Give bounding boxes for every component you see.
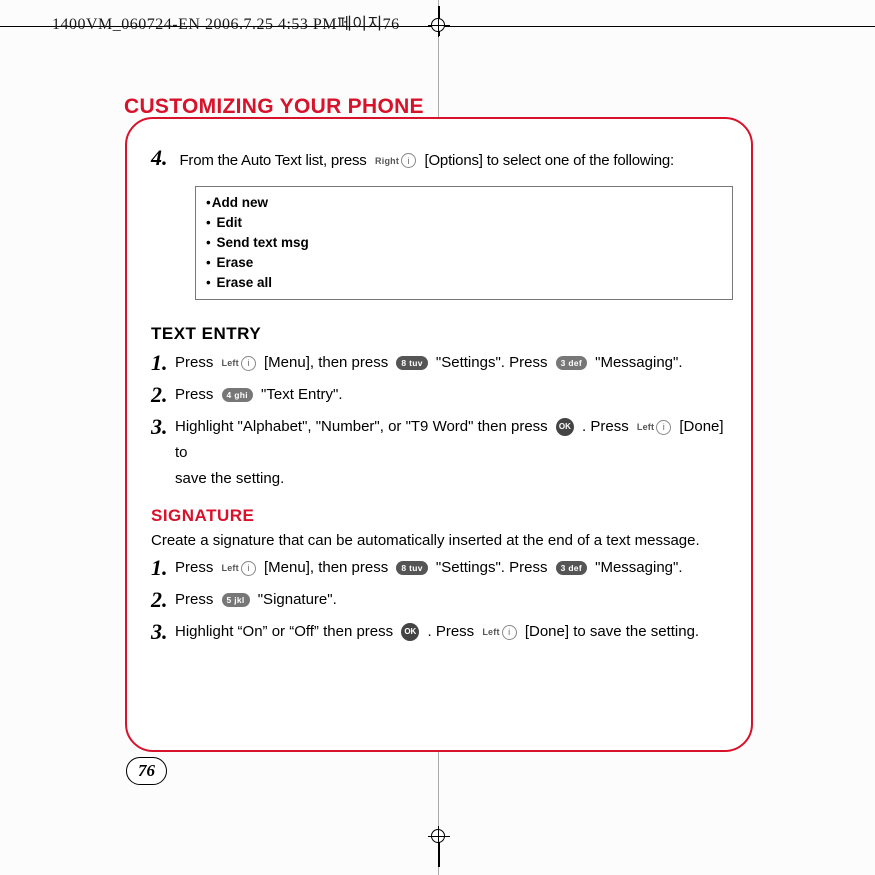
key-8-icon: 8 tuv	[396, 356, 427, 370]
options-box: Add new Edit Send text msg Erase Erase a…	[195, 186, 733, 300]
key-3-icon: 3 def	[556, 561, 587, 575]
step-2: 2. Press 4 ghi "Text Entry".	[151, 382, 727, 408]
option-item: Add new	[206, 193, 722, 213]
key-3-icon: 3 def	[556, 356, 587, 370]
page-title: CUSTOMIZING YOUR PHONE	[124, 95, 424, 119]
option-item: Edit	[206, 213, 722, 233]
step-3: 3. Highlight "Alphabet", "Number", or "T…	[151, 414, 727, 492]
ok-key-icon: OK	[401, 623, 419, 641]
key-4-icon: 4 ghi	[222, 388, 253, 402]
page-number: 76	[126, 757, 167, 785]
option-item: Erase all	[206, 273, 722, 293]
step-4: 4. From the Auto Text list, press Righti…	[151, 143, 727, 176]
text-entry-steps: 1. Press Lefti [Menu], then press 8 tuv …	[151, 350, 727, 492]
option-item: Send text msg	[206, 233, 722, 253]
left-softkey-icon: Lefti	[222, 350, 256, 376]
signature-steps: 1. Press Lefti [Menu], then press 8 tuv …	[151, 555, 727, 645]
left-softkey-icon: Lefti	[482, 619, 516, 645]
content-frame: 4. From the Auto Text list, press Righti…	[125, 117, 753, 752]
step-number: 4.	[151, 143, 175, 173]
key-8-icon: 8 tuv	[396, 561, 427, 575]
step-2: 2. Press 5 jkl "Signature".	[151, 587, 727, 613]
left-softkey-icon: Lefti	[637, 414, 671, 440]
step-1: 1. Press Lefti [Menu], then press 8 tuv …	[151, 555, 727, 581]
step-text: From the Auto Text list, press	[179, 152, 366, 169]
file-slug: 1400VM_060724-EN 2006.7.25 4:53 PM페이지76	[52, 10, 400, 34]
ok-key-icon: OK	[556, 418, 574, 436]
step-3: 3. Highlight “On” or “Off” then press OK…	[151, 619, 727, 645]
section-description: Create a signature that can be automatic…	[151, 532, 727, 549]
section-heading-signature: SIGNATURE	[151, 506, 727, 526]
step-1: 1. Press Lefti [Menu], then press 8 tuv …	[151, 350, 727, 376]
registration-mark-icon	[431, 829, 445, 843]
key-5-icon: 5 jkl	[222, 593, 250, 607]
registration-mark-icon	[431, 18, 445, 32]
right-softkey-icon: Righti	[375, 146, 416, 176]
section-heading-text-entry: TEXT ENTRY	[151, 324, 727, 344]
left-softkey-icon: Lefti	[222, 555, 256, 581]
step-text: [Options] to select one of the following…	[425, 152, 674, 169]
option-item: Erase	[206, 253, 722, 273]
